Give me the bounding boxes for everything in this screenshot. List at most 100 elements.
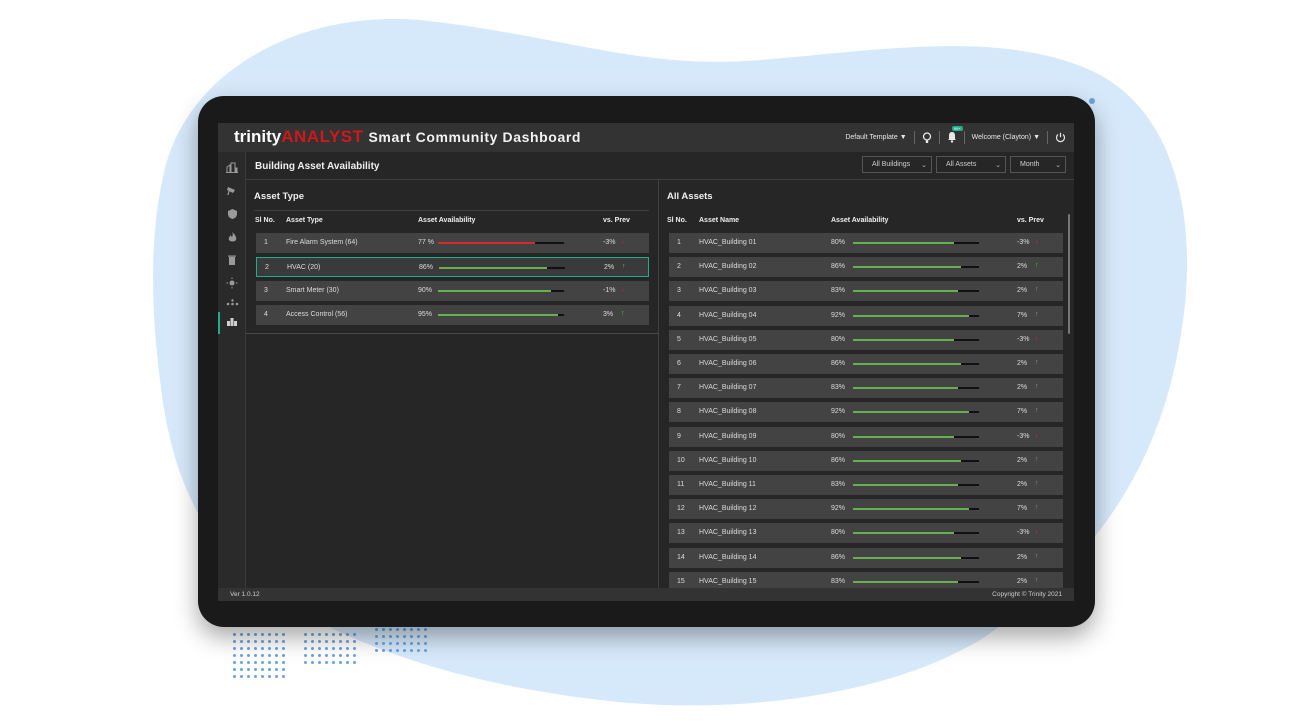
camera-icon[interactable] xyxy=(224,185,240,199)
chevron-down-icon: ⌄ xyxy=(995,161,1001,169)
decor-dot xyxy=(247,647,250,650)
availability-bar xyxy=(853,508,979,511)
availability-bar xyxy=(438,290,564,292)
bell-icon xyxy=(947,131,956,143)
table-row[interactable]: 5 HVAC_Building 05 80% -3% ↓ xyxy=(669,329,1063,350)
decor-dot xyxy=(254,654,257,657)
availability-bar xyxy=(438,314,564,316)
row-sl: 6 xyxy=(677,360,681,367)
decor-dot xyxy=(396,635,399,638)
arrow-down-icon: ↓ xyxy=(621,238,625,245)
row-name: HVAC_Building 01 xyxy=(699,239,757,246)
availability-bar xyxy=(853,363,979,365)
table-row[interactable]: 1 Fire Alarm System (64) 77 % -3% ↓ xyxy=(256,233,649,253)
row-name: HVAC_Building 10 xyxy=(699,456,757,464)
decor-dot xyxy=(275,654,278,657)
decor-dot xyxy=(247,633,250,636)
row-name: HVAC (20) xyxy=(287,264,321,271)
buildings-select[interactable]: All Buildings ⌄ xyxy=(862,156,932,173)
table-row[interactable]: 12 HVAC_Building 12 92% 7% ↑ xyxy=(669,499,1063,520)
decor-dot xyxy=(261,661,264,664)
row-sl: 3 xyxy=(677,287,681,295)
notifications-button[interactable]: 99+ xyxy=(947,125,963,145)
period-select[interactable]: Month ⌄ xyxy=(1010,156,1066,173)
availability-bar-fill xyxy=(853,532,954,535)
decor-dot xyxy=(346,654,349,657)
footer: Ver 1.0.12 Copyright © Trinity 2021 xyxy=(218,588,1074,601)
table-row[interactable]: 14 HVAC_Building 14 86% 2% ↑ xyxy=(669,547,1063,568)
decor-dot xyxy=(275,647,278,650)
col-sl: Sl No. xyxy=(667,217,687,224)
table-row[interactable]: 9 HVAC_Building 09 80% -3% ↓ xyxy=(669,426,1063,447)
availability-bar-fill xyxy=(438,314,558,316)
caret-down-icon: ▼ xyxy=(899,134,907,141)
row-vs-prev: 2% xyxy=(1017,456,1028,464)
trash-icon[interactable] xyxy=(224,254,240,268)
asset-type-panel: Asset Type Sl No. Asset Type Asset Avail… xyxy=(246,179,659,588)
availability-bar-fill xyxy=(853,411,969,414)
lightbulb-icon[interactable] xyxy=(922,131,932,144)
row-vs-prev: 2% xyxy=(1017,577,1028,585)
table-row[interactable]: 8 HVAC_Building 08 92% 7% ↑ xyxy=(669,402,1063,423)
decor-dot xyxy=(240,675,243,678)
decor-dot xyxy=(389,635,392,638)
power-icon[interactable] xyxy=(1055,132,1066,143)
decor-dot xyxy=(282,647,285,650)
decor-dot xyxy=(417,635,420,638)
row-name: HVAC_Building 13 xyxy=(699,529,757,537)
availability-bar-fill xyxy=(853,290,958,293)
table-row[interactable]: 2 HVAC_Building 02 86% 2% ↑ xyxy=(669,257,1063,278)
decor-dot xyxy=(424,642,427,645)
network-icon[interactable] xyxy=(224,297,240,311)
period-select-value: Month xyxy=(1020,161,1040,168)
row-vs-prev: -3% xyxy=(1017,432,1030,440)
row-availability-text: 86% xyxy=(831,456,846,464)
availability-bar-fill xyxy=(853,338,954,341)
arrow-down-icon: ↓ xyxy=(1035,238,1039,245)
table-row[interactable]: 1 HVAC_Building 01 80% -3% ↓ xyxy=(669,233,1063,253)
decor-dot xyxy=(382,649,385,652)
template-dropdown[interactable]: Default Template ▼ xyxy=(845,134,906,141)
decor-dot xyxy=(353,640,356,643)
all-assets-title: All Assets xyxy=(667,191,713,202)
divider xyxy=(1047,131,1048,144)
city-icon[interactable] xyxy=(224,162,240,176)
table-row[interactable]: 4 Access Control (56) 95% 3% ↑ xyxy=(256,305,649,325)
fire-icon[interactable] xyxy=(224,231,240,245)
decor-dot xyxy=(339,654,342,657)
decor-dot xyxy=(261,654,264,657)
arrow-up-icon: ↑ xyxy=(1035,455,1039,463)
decor-dot xyxy=(382,642,385,645)
row-availability-text: 95% xyxy=(418,311,433,318)
building-icon[interactable] xyxy=(224,316,240,330)
table-row[interactable]: 13 HVAC_Building 13 80% -3% ↓ xyxy=(669,523,1063,544)
scrollbar[interactable] xyxy=(1068,214,1070,334)
table-row[interactable]: 2 HVAC (20) 86% 2% ↑ xyxy=(256,257,649,277)
decor-dot xyxy=(318,633,321,636)
shield-icon[interactable] xyxy=(224,208,240,222)
table-row[interactable]: 11 HVAC_Building 11 83% 2% ↑ xyxy=(669,475,1063,495)
asset-type-title: Asset Type xyxy=(254,191,304,202)
assets-select[interactable]: All Assets ⌄ xyxy=(936,156,1006,173)
light-icon[interactable] xyxy=(224,277,240,291)
row-sl: 4 xyxy=(677,311,681,319)
brand-trinity: trinity xyxy=(234,127,282,146)
table-row[interactable]: 7 HVAC_Building 07 83% 2% ↑ xyxy=(669,378,1063,399)
user-menu[interactable]: Welcome (Clayton) ▼ xyxy=(972,134,1040,141)
table-row[interactable]: 3 Smart Meter (30) 90% -1% ↓ xyxy=(256,281,649,301)
decor-dot xyxy=(254,647,257,650)
decor-dot xyxy=(403,635,406,638)
row-vs-prev: 2% xyxy=(1017,360,1028,367)
decor-dot xyxy=(233,640,236,643)
table-row[interactable]: 6 HVAC_Building 06 86% 2% ↑ xyxy=(669,354,1063,374)
table-row[interactable]: 4 HVAC_Building 04 92% 7% ↑ xyxy=(669,305,1063,326)
table-row[interactable]: 3 HVAC_Building 03 83% 2% ↑ xyxy=(669,281,1063,302)
decor-dot xyxy=(318,640,321,643)
availability-bar-fill xyxy=(853,484,958,486)
table-row[interactable]: 10 HVAC_Building 10 86% 2% ↑ xyxy=(669,450,1063,471)
decor-dot xyxy=(382,635,385,638)
decor-dot xyxy=(325,654,328,657)
decor-dot xyxy=(375,649,378,652)
availability-bar-fill xyxy=(438,242,536,244)
brand-logo[interactable]: trinityANALYST Smart Community Dashboard xyxy=(234,127,581,147)
